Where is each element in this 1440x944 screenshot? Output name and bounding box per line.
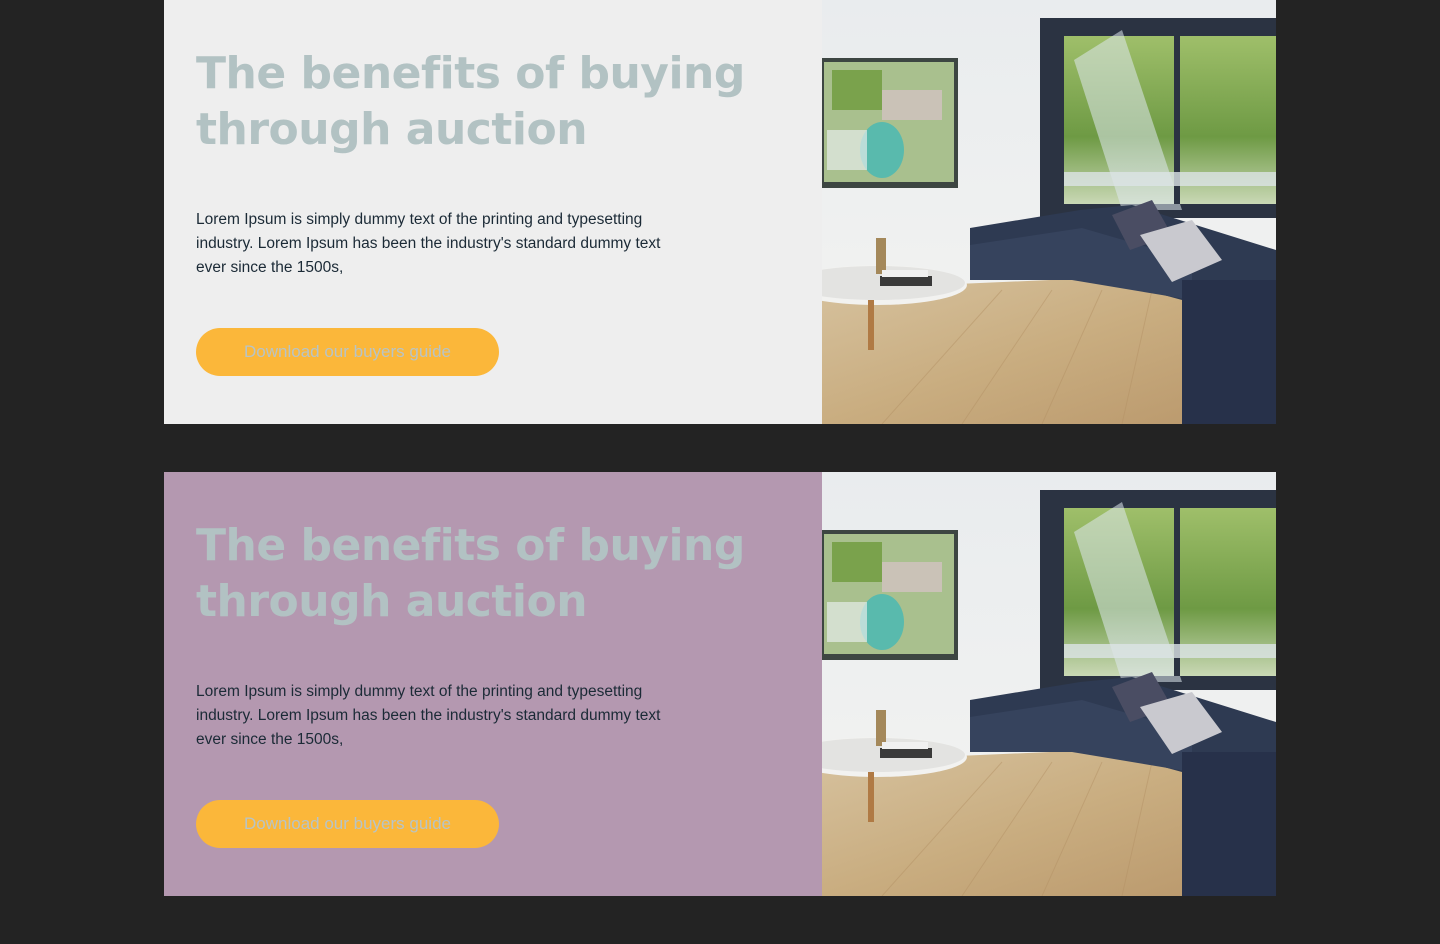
promo-description: Lorem Ipsum is simply dummy text of the … (196, 211, 661, 276)
promo-text-panel: The benefits of buying through auction L… (164, 0, 822, 424)
download-buyers-guide-button[interactable]: Download our buyers guide (196, 328, 499, 376)
promo-heading: The benefits of buying through auction (196, 48, 745, 155)
promo-heading: The benefits of buying through auction (196, 520, 745, 627)
promo-description: Lorem Ipsum is simply dummy text of the … (196, 683, 661, 748)
living-room-photo (822, 472, 1276, 896)
promo-card: The benefits of buying through auction L… (164, 0, 1276, 424)
download-buyers-guide-button[interactable]: Download our buyers guide (196, 800, 499, 848)
promo-card: The benefits of buying through auction L… (164, 472, 1276, 896)
living-room-photo (822, 0, 1276, 424)
promo-text-panel: The benefits of buying through auction L… (164, 472, 822, 896)
